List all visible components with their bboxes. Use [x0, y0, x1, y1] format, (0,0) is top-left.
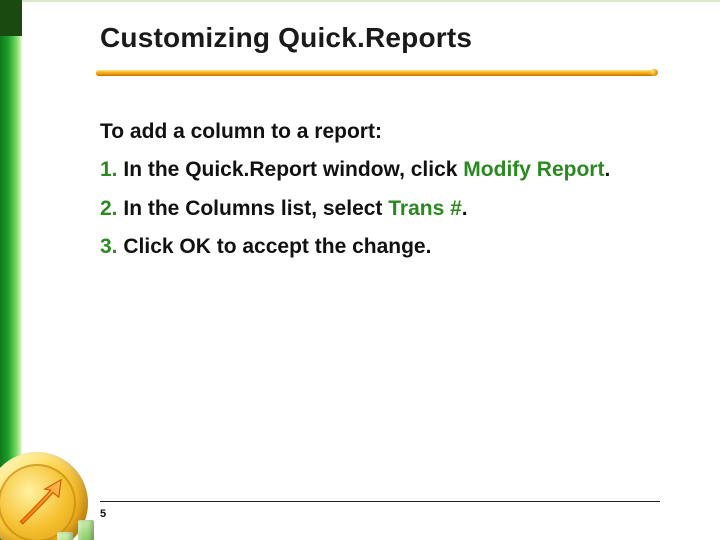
step-text-post: .	[462, 197, 468, 220]
corner-logo	[0, 436, 104, 540]
bar-chart-icon	[36, 512, 106, 540]
slide-body: To add a column to a report: 1. In the Q…	[100, 118, 660, 271]
top-accent-line	[0, 0, 720, 2]
step-text: In the Quick.Report window, click	[123, 158, 463, 181]
step-text: In the Columns list, select	[123, 197, 388, 220]
slide-title: Customizing Quick.Reports	[100, 22, 472, 54]
step-number: 1.	[100, 158, 118, 181]
step-highlight: Trans #	[388, 197, 462, 220]
bar-3	[78, 520, 94, 540]
lead-text: To add a column to a report:	[100, 118, 660, 146]
step-3: 3. Click OK to accept the change.	[100, 233, 660, 261]
left-strip-dark-cap	[0, 0, 22, 36]
step-number: 3.	[100, 235, 118, 258]
title-underline	[96, 70, 656, 75]
bar-2	[57, 532, 73, 540]
footer-rule	[100, 501, 660, 502]
step-1: 1. In the Quick.Report window, click Mod…	[100, 156, 660, 184]
step-highlight: Modify Report	[463, 158, 604, 181]
step-2: 2. In the Columns list, select Trans #.	[100, 195, 660, 223]
step-text: Click OK to accept the change.	[123, 235, 431, 258]
step-text-post: .	[604, 158, 610, 181]
step-number: 2.	[100, 197, 118, 220]
slide: Customizing Quick.Reports To add a colum…	[0, 0, 720, 540]
